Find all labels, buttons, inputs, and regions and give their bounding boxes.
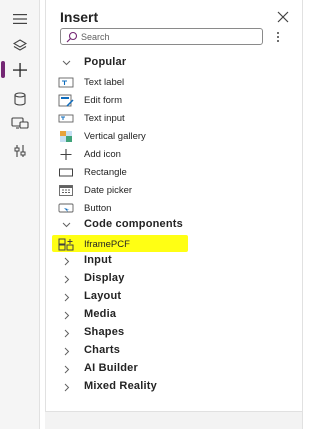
more-options-button[interactable] xyxy=(271,30,285,44)
database-icon xyxy=(14,92,26,106)
group-display[interactable]: Display xyxy=(46,271,304,288)
item-button[interactable]: Button xyxy=(46,200,304,217)
item-rectangle[interactable]: Rectangle xyxy=(46,164,304,181)
item-text-label[interactable]: Text label xyxy=(46,74,304,91)
group-media[interactable]: Media xyxy=(46,307,304,324)
data-button[interactable] xyxy=(0,86,40,112)
media-icon xyxy=(11,117,29,129)
item-add-icon[interactable]: Add icon xyxy=(46,146,304,163)
group-label: Charts xyxy=(84,344,121,356)
text-input-icon xyxy=(58,114,74,123)
advanced-tools-button[interactable] xyxy=(0,138,40,164)
group-layout[interactable]: Layout xyxy=(46,289,304,306)
item-label: Rectangle xyxy=(84,167,127,178)
chevron-right-icon xyxy=(64,365,70,374)
search-box[interactable] xyxy=(60,28,263,45)
insert-pane: Insert Popular Text labe xyxy=(45,0,303,412)
plus-icon xyxy=(13,63,27,77)
group-shapes[interactable]: Shapes xyxy=(46,325,304,342)
tools-icon xyxy=(14,145,26,157)
chevron-down-icon xyxy=(62,60,71,66)
chevron-right-icon xyxy=(64,293,70,302)
text-label-icon xyxy=(58,77,74,88)
code-component-icon xyxy=(58,238,74,251)
item-edit-form[interactable]: Edit form xyxy=(46,92,304,109)
left-rail xyxy=(0,0,40,429)
item-label: Edit form xyxy=(84,95,123,106)
search-input[interactable] xyxy=(81,30,251,43)
item-label: Button xyxy=(84,203,112,214)
item-date-picker[interactable]: Date picker xyxy=(46,182,304,199)
item-label: Vertical gallery xyxy=(84,131,146,142)
pane-footer xyxy=(45,412,303,429)
group-label: Display xyxy=(84,272,125,284)
item-iframepcf[interactable]: IframePCF xyxy=(46,236,304,253)
item-label: Date picker xyxy=(84,185,133,196)
chevron-right-icon xyxy=(64,275,70,284)
layers-icon xyxy=(13,39,27,51)
search-icon xyxy=(66,31,78,43)
pane-title: Insert xyxy=(60,9,99,25)
group-label: AI Builder xyxy=(84,362,138,374)
button-icon xyxy=(58,203,74,213)
group-label: Shapes xyxy=(84,326,125,338)
group-input[interactable]: Input xyxy=(46,253,304,270)
item-label: IframePCF xyxy=(84,239,130,250)
chevron-right-icon xyxy=(64,257,70,266)
group-ai-builder[interactable]: AI Builder xyxy=(46,361,304,378)
group-mixed-reality[interactable]: Mixed Reality xyxy=(46,379,304,396)
group-code-components[interactable]: Code components xyxy=(46,217,304,234)
chevron-down-icon xyxy=(62,222,71,228)
close-button[interactable] xyxy=(275,9,291,25)
close-icon xyxy=(277,11,289,23)
plus-icon xyxy=(60,149,72,160)
group-label: Input xyxy=(84,254,112,266)
item-text-input[interactable]: Text input xyxy=(46,110,304,127)
calendar-icon xyxy=(59,185,73,196)
group-charts[interactable]: Charts xyxy=(46,343,304,360)
tree-view-button[interactable] xyxy=(0,33,40,59)
media-button[interactable] xyxy=(0,110,40,136)
item-label: Text label xyxy=(84,77,125,88)
insert-button[interactable] xyxy=(0,57,40,83)
group-label: Media xyxy=(84,308,117,320)
item-vertical-gallery[interactable]: Vertical gallery xyxy=(46,128,304,145)
chevron-right-icon xyxy=(64,329,70,338)
item-label: Add icon xyxy=(84,149,121,160)
group-label: Popular xyxy=(84,56,127,68)
item-label: Text input xyxy=(84,113,125,124)
group-popular[interactable]: Popular xyxy=(46,55,304,72)
chevron-right-icon xyxy=(64,383,70,392)
hamburger-menu-button[interactable] xyxy=(0,6,40,32)
group-label: Code components xyxy=(84,218,183,230)
group-label: Layout xyxy=(84,290,122,302)
edit-form-icon xyxy=(58,94,74,107)
vertical-gallery-icon xyxy=(60,131,72,142)
rectangle-icon xyxy=(59,168,73,177)
group-label: Mixed Reality xyxy=(84,380,157,392)
more-vertical-icon xyxy=(277,32,279,42)
hamburger-icon xyxy=(13,14,27,24)
chevron-right-icon xyxy=(64,311,70,320)
chevron-right-icon xyxy=(64,347,70,356)
